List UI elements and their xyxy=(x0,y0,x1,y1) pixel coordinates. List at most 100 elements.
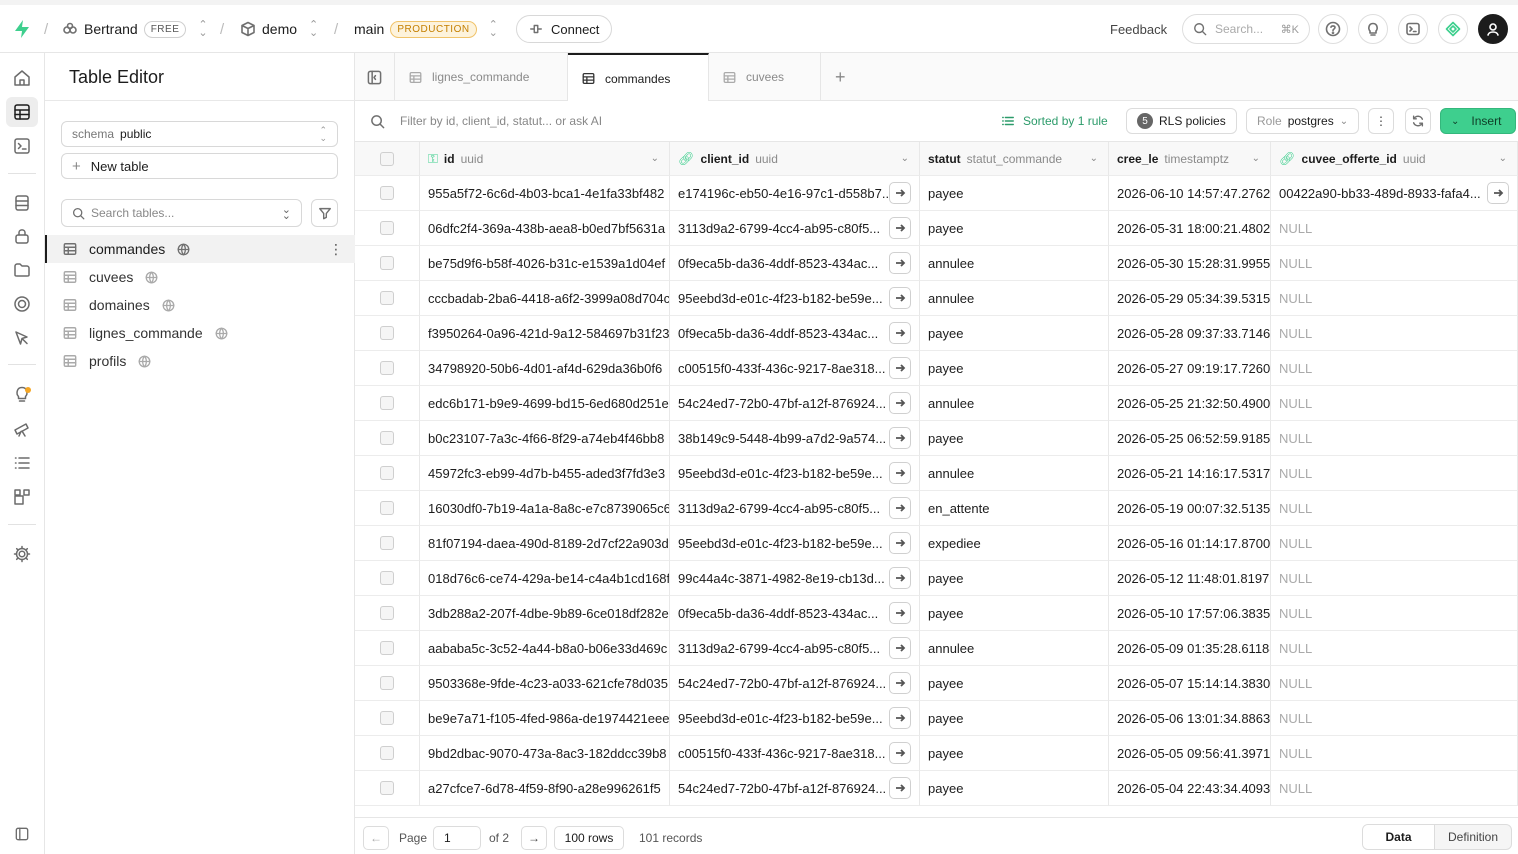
table-cell-cree-le[interactable]: 2026-05-04 22:43:34.4093 xyxy=(1109,771,1271,806)
open-reference-button[interactable] xyxy=(889,532,911,554)
table-cell-cuvee-offerte-id[interactable]: NULL xyxy=(1271,351,1518,386)
table-cell-statut[interactable]: annulee xyxy=(920,456,1109,491)
table-cell-cree-le[interactable]: 2026-05-27 09:19:17.72608 xyxy=(1109,351,1271,386)
table-cell-statut[interactable]: payee xyxy=(920,316,1109,351)
row-checkbox[interactable] xyxy=(380,361,394,375)
new-table-button[interactable]: + New table xyxy=(61,153,338,179)
more-options-button[interactable]: ⋮ xyxy=(1368,108,1394,134)
table-cell-client-id[interactable]: e174196c-eb50-4e16-97c1-d558b7... xyxy=(670,176,920,211)
table-cell-id[interactable]: 06dfc2f4-369a-438b-aea8-b0ed7bf5631a xyxy=(420,211,670,246)
view-data-button[interactable]: Data xyxy=(1363,825,1435,849)
view-definition-button[interactable]: Definition xyxy=(1435,825,1511,849)
chevron-down-icon[interactable]: ⌄ xyxy=(651,153,659,164)
table-cell-statut[interactable]: expediee xyxy=(920,526,1109,561)
open-reference-button[interactable] xyxy=(889,462,911,484)
table-cell-cree-le[interactable]: 2026-05-12 11:48:01.819759 xyxy=(1109,561,1271,596)
table-cell-client-id[interactable]: 95eebd3d-e01c-4f23-b182-be59e... xyxy=(670,701,920,736)
table-cell-cree-le[interactable]: 2026-05-29 05:34:39.5315 xyxy=(1109,281,1271,316)
row-checkbox[interactable] xyxy=(380,501,394,515)
table-cell-cuvee-offerte-id[interactable]: NULL xyxy=(1271,736,1518,771)
row-checkbox[interactable] xyxy=(380,186,394,200)
auth-lock-icon[interactable] xyxy=(12,226,32,246)
connect-button[interactable]: Connect xyxy=(516,15,613,43)
row-checkbox[interactable] xyxy=(380,536,394,550)
open-reference-button[interactable] xyxy=(889,182,911,204)
row-checkbox[interactable] xyxy=(380,711,394,725)
table-cell-client-id[interactable]: 95eebd3d-e01c-4f23-b182-be59e... xyxy=(670,526,920,561)
collapse-sidebar-icon[interactable] xyxy=(15,827,29,841)
table-cell-statut[interactable]: payee xyxy=(920,666,1109,701)
table-cell-id[interactable]: edc6b171-b9e9-4699-bd15-6ed680d251e8 xyxy=(420,386,670,421)
sidebar-item-commandes[interactable]: commandes ⋮ xyxy=(45,235,355,263)
refresh-button[interactable] xyxy=(1405,108,1431,134)
table-cell-id[interactable]: 018d76c6-ce74-429a-be14-c4a4b1cd168f xyxy=(420,561,670,596)
table-cell-client-id[interactable]: 0f9eca5b-da36-4ddf-8523-434ac... xyxy=(670,316,920,351)
select-all-checkbox[interactable] xyxy=(380,151,394,166)
project-selector[interactable]: demo ⌃ ⌄ xyxy=(240,5,318,53)
open-reference-button[interactable] xyxy=(889,497,911,519)
row-checkbox[interactable] xyxy=(380,431,394,445)
page-number-input[interactable]: 1 xyxy=(433,826,481,850)
branch-selector[interactable]: main PRODUCTION ⌃ ⌄ xyxy=(354,5,498,53)
avatar[interactable] xyxy=(1478,14,1508,44)
table-cell-cuvee-offerte-id[interactable]: NULL xyxy=(1271,771,1518,806)
row-checkbox[interactable] xyxy=(380,676,394,690)
tab-commandes[interactable]: commandes xyxy=(568,53,709,102)
advisor-button[interactable] xyxy=(1358,14,1388,44)
table-cell-id[interactable]: a27cfce7-6d78-4f59-8f90-a28e996261f5 xyxy=(420,771,670,806)
open-reference-button[interactable] xyxy=(889,217,911,239)
table-cell-id[interactable]: 45972fc3-eb99-4d7b-b455-aded3f7fd3e3 xyxy=(420,456,670,491)
filter-tables-button[interactable] xyxy=(311,199,338,227)
new-tab-plus-icon[interactable]: + xyxy=(821,53,861,101)
sidebar-item-lignes-commande[interactable]: lignes_commande xyxy=(45,319,355,347)
edge-functions-cursor-icon[interactable] xyxy=(12,328,32,348)
row-checkbox[interactable] xyxy=(380,641,394,655)
rows-per-page-selector[interactable]: 100 rows xyxy=(554,826,624,850)
table-cell-cuvee-offerte-id[interactable]: NULL xyxy=(1271,316,1518,351)
table-cell-client-id[interactable]: 54c24ed7-72b0-47bf-a12f-876924... xyxy=(670,666,920,701)
chevrons-down-icon[interactable]: ⌄ ⌄ xyxy=(282,205,291,222)
row-checkbox[interactable] xyxy=(380,466,394,480)
open-reference-button[interactable] xyxy=(889,427,911,449)
chevron-down-icon[interactable]: ⌄ xyxy=(901,153,909,164)
table-cell-cuvee-offerte-id[interactable]: NULL xyxy=(1271,386,1518,421)
tab-cuvees[interactable]: cuvees xyxy=(709,53,821,101)
open-reference-button[interactable] xyxy=(1487,182,1509,204)
open-reference-button[interactable] xyxy=(889,637,911,659)
column-header-statut[interactable]: statut statut_commande ⌄ xyxy=(920,142,1109,176)
table-cell-cree-le[interactable]: 2026-05-06 13:01:34.8863 xyxy=(1109,701,1271,736)
chevron-up-down-icon[interactable]: ⌃ ⌄ xyxy=(309,20,318,39)
column-header-client-id[interactable]: 🔗︎ client_id uuid ⌄ xyxy=(670,142,920,176)
prev-page-button[interactable]: ← xyxy=(363,826,389,850)
open-reference-button[interactable] xyxy=(889,602,911,624)
table-cell-cree-le[interactable]: 2026-05-05 09:56:41.39717 xyxy=(1109,736,1271,771)
table-cell-statut[interactable]: payee xyxy=(920,561,1109,596)
table-cell-id[interactable]: be9e7a71-f105-4fed-986a-de1974421eee xyxy=(420,701,670,736)
open-reference-button[interactable] xyxy=(889,777,911,799)
table-cell-id[interactable]: cccbadab-2ba6-4418-a6f2-3999a08d704c xyxy=(420,281,670,316)
open-reference-button[interactable] xyxy=(889,322,911,344)
feedback-button[interactable]: Feedback xyxy=(1110,5,1167,53)
sidebar-item-domaines[interactable]: domaines xyxy=(45,291,355,319)
table-cell-id[interactable]: 9503368e-9fde-4c23-a033-621cfe78d035 xyxy=(420,666,670,701)
sort-button[interactable]: Sorted by 1 rule xyxy=(1001,108,1108,134)
chevron-up-down-icon[interactable]: ⌃ ⌄ xyxy=(489,20,498,39)
table-cell-cree-le[interactable]: 2026-05-09 01:35:28.61188 xyxy=(1109,631,1271,666)
sql-terminal-button[interactable] xyxy=(1398,14,1428,44)
toggle-sidebar-button[interactable] xyxy=(355,53,395,101)
storage-folder-icon[interactable] xyxy=(12,260,32,280)
next-page-button[interactable]: → xyxy=(521,826,547,850)
table-cell-cree-le[interactable]: 2026-05-31 18:00:21.48021 xyxy=(1109,211,1271,246)
table-cell-cree-le[interactable]: 2026-05-07 15:14:14.38309 xyxy=(1109,666,1271,701)
table-cell-client-id[interactable]: 99c44a4c-3871-4982-8e19-cb13d... xyxy=(670,561,920,596)
column-header-cuvee-offerte-id[interactable]: 🔗︎ cuvee_offerte_id uuid ⌄ xyxy=(1271,142,1518,176)
table-cell-client-id[interactable]: 3113d9a2-6799-4cc4-ab95-c80f5... xyxy=(670,491,920,526)
table-cell-cuvee-offerte-id[interactable]: NULL xyxy=(1271,456,1518,491)
database-icon[interactable] xyxy=(12,193,32,213)
table-cell-client-id[interactable]: 95eebd3d-e01c-4f23-b182-be59e... xyxy=(670,456,920,491)
table-cell-cree-le[interactable]: 2026-05-10 17:57:06.38356 xyxy=(1109,596,1271,631)
table-cell-statut[interactable]: annulee xyxy=(920,246,1109,281)
row-checkbox[interactable] xyxy=(380,326,394,340)
schema-selector[interactable]: schema public ⌃ ⌄ xyxy=(61,121,338,147)
table-cell-cree-le[interactable]: 2026-05-16 01:14:17.87006 xyxy=(1109,526,1271,561)
